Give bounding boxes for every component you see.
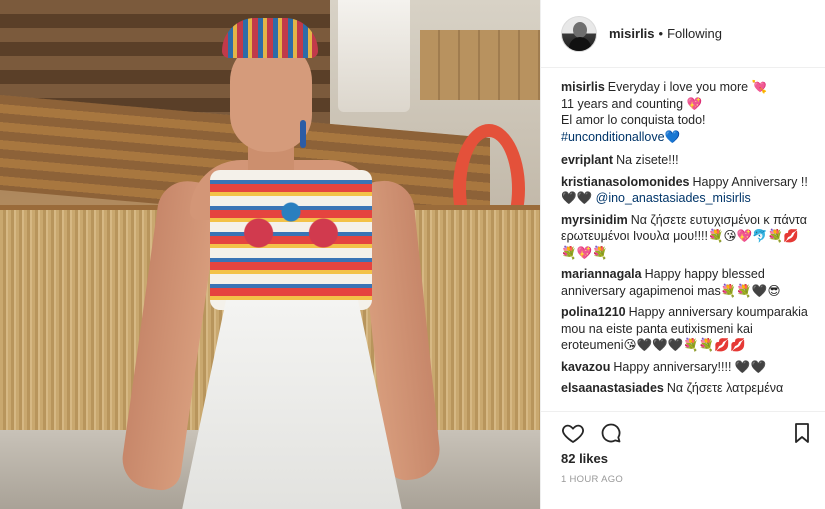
headscarf	[222, 18, 318, 58]
comment-username[interactable]: mariannagala	[561, 267, 642, 281]
white-skirt	[182, 300, 402, 509]
post-timestamp: 1 HOUR AGO	[561, 474, 624, 485]
caption-line-1: Everyday i love you more 💘	[607, 80, 768, 94]
caption-line-2: 11 years and counting 💖	[561, 96, 703, 111]
comment-item: mariannagala Happy happy blessed annivers…	[561, 266, 814, 299]
comment-text-extra: 🖤🖤	[561, 191, 593, 205]
speech-bubble-icon[interactable]	[599, 421, 623, 445]
bookmark-icon[interactable]	[790, 421, 814, 445]
likes-count[interactable]: 82 likes	[561, 451, 608, 466]
comment-username[interactable]: polina1210	[561, 305, 626, 319]
actions-area: 82 likes 1 HOUR AGO	[541, 411, 825, 509]
comment-item: kavazou Happy anniversary!!!! 🖤🖤	[561, 359, 814, 376]
floral-top	[210, 170, 372, 310]
post-side-panel: misirlis • Following misirlis Everyday i …	[540, 0, 825, 509]
caption-hashtag[interactable]: #unconditionallove💙	[561, 129, 814, 146]
comment-item: kristianasolomonides Happy Anniversary !!…	[561, 174, 814, 207]
comment-item: polina1210 Happy anniversary koumparakia …	[561, 304, 814, 354]
caption-username[interactable]: misirlis	[561, 80, 605, 94]
comment-item: evriplant Na zisete!!!	[561, 152, 814, 169]
comment-item: myrsinidim Να ζήσετε ευτυχισμένοι κ πάντα…	[561, 212, 814, 262]
comment-username[interactable]: kavazou	[561, 360, 610, 374]
comment-text: Happy Anniversary !!	[692, 174, 808, 189]
caption-line-3: El amor lo conquista todo!	[561, 113, 706, 127]
caption: misirlis Everyday i love you more 💘 11 ye…	[561, 79, 814, 145]
person-figure	[118, 10, 450, 509]
comment-text: Happy anniversary!!!! 🖤🖤	[613, 359, 767, 374]
comment-username[interactable]: evriplant	[561, 153, 613, 167]
post-photo[interactable]	[0, 0, 540, 509]
earring	[300, 120, 306, 148]
comment-text: Na zisete!!!	[616, 153, 679, 167]
heart-outline-icon[interactable]	[561, 421, 585, 445]
post-header: misirlis • Following	[541, 0, 825, 68]
header-username[interactable]: misirlis	[609, 26, 655, 41]
comment-mention-link[interactable]: @ino_anastasiades_misirlis	[596, 191, 751, 205]
comment-text: Να ζήσετε λατρεμένα	[666, 381, 784, 395]
comments-list[interactable]: misirlis Everyday i love you more 💘 11 ye…	[541, 68, 825, 411]
comment-username[interactable]: myrsinidim	[561, 213, 628, 227]
comment-username[interactable]: elsaanastasiades	[561, 381, 664, 395]
comment-item: elsaanastasiades Να ζήσετε λατρεμένα	[561, 380, 814, 397]
action-icons	[561, 421, 623, 445]
header-separator: •	[658, 26, 664, 41]
follow-status-button[interactable]: Following	[667, 26, 722, 41]
comment-username[interactable]: kristianasolomonides	[561, 175, 690, 189]
avatar[interactable]	[561, 15, 597, 52]
